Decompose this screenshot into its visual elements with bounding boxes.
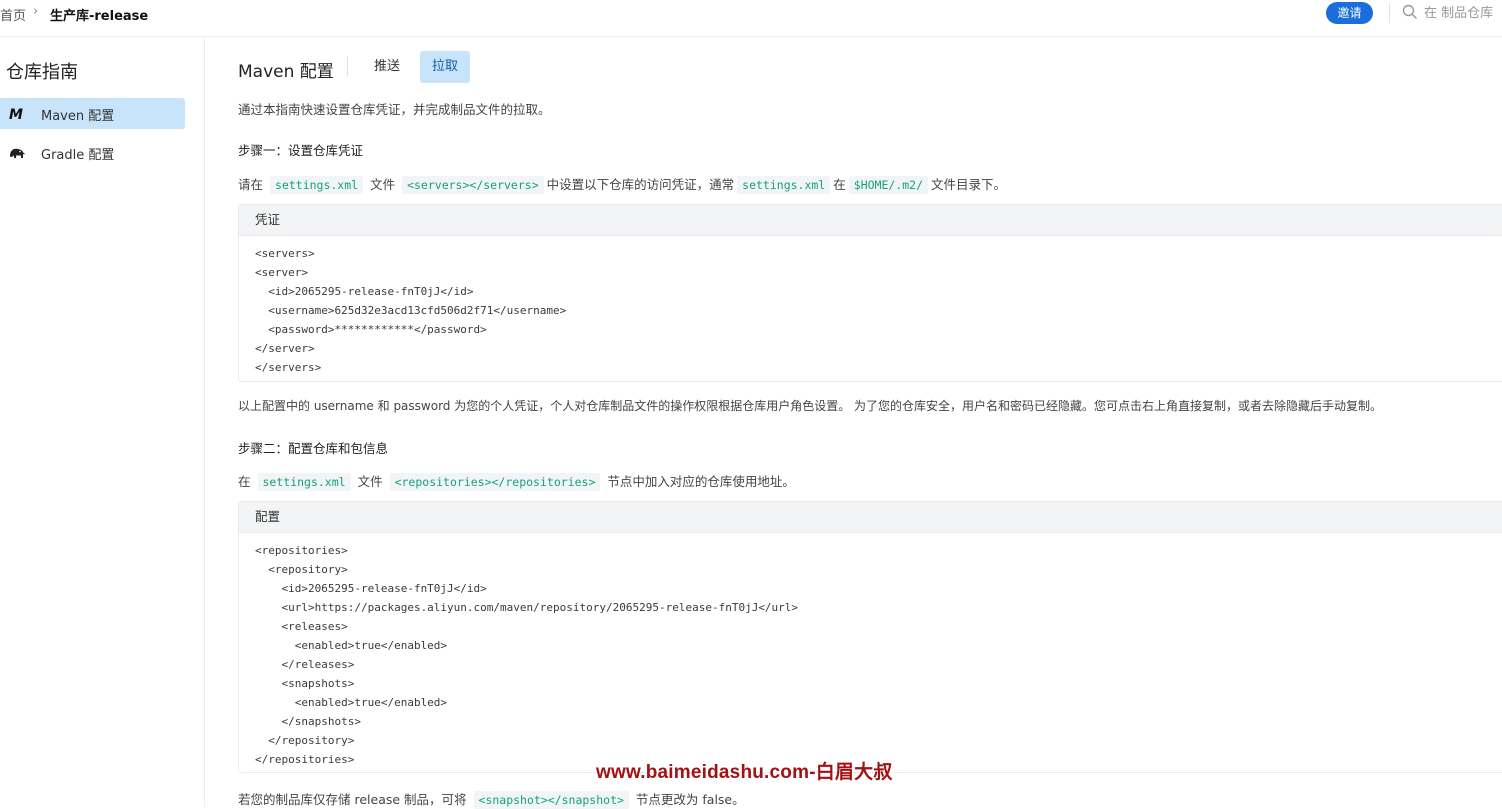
- code-line: </releases>: [255, 658, 355, 671]
- code-line: <snapshots>: [255, 677, 355, 690]
- code-block-title: 配置: [239, 502, 1502, 533]
- code-line: <password>************</password>: [255, 323, 487, 336]
- text-segment: 请在: [238, 177, 264, 192]
- code-line: <id>2065295-release-fnT0jJ</id>: [255, 285, 474, 298]
- text-segment: 文件目录下。: [931, 177, 1007, 192]
- code-line: <releases>: [255, 620, 348, 633]
- sidebar-item-gradle[interactable]: Gradle 配置: [0, 137, 185, 168]
- breadcrumb-home[interactable]: 首页: [0, 5, 26, 24]
- search-input[interactable]: [1424, 3, 1502, 23]
- intro-text: 通过本指南快速设置仓库凭证，并完成制品文件的拉取。: [238, 102, 551, 117]
- inline-code: settings.xml: [270, 176, 364, 194]
- step1-heading: 步骤一：设置仓库凭证: [238, 143, 364, 158]
- code-line: <username>625d32e3acd13cfd506d2f71</user…: [255, 304, 567, 317]
- text-segment: 节点更改为 false。: [635, 792, 745, 807]
- code-line: <enabled>true</enabled>: [255, 639, 448, 652]
- inline-code: settings.xml: [737, 176, 831, 194]
- step2-description: 在 settings.xml 文件 <repositories></reposi…: [238, 471, 795, 491]
- step2-heading: 步骤二：配置仓库和包信息: [238, 441, 389, 456]
- invite-button[interactable]: 邀请: [1326, 2, 1373, 24]
- gradle-elephant-icon: [10, 148, 25, 158]
- code-line: <server>: [255, 266, 308, 279]
- code-line: <servers>: [255, 247, 315, 260]
- inline-code: <servers></servers>: [402, 176, 544, 194]
- top-bar: 首页 › 生产库-release 邀请: [0, 0, 1502, 37]
- sidebar-item-label: Maven 配置: [41, 109, 115, 124]
- inline-code: $HOME/.m2/: [848, 176, 929, 194]
- sidebar-title: 仓库指南: [6, 62, 78, 83]
- text-segment: 在: [238, 474, 251, 489]
- page-title: Maven 配置: [238, 62, 334, 82]
- code-block-title: 凭证: [239, 205, 1502, 236]
- credentials-code-block: 凭证 <servers> <server> <id>2065295-releas…: [238, 204, 1502, 382]
- title-divider: [347, 56, 348, 76]
- code-line: </server>: [255, 342, 315, 355]
- inline-code: <snapshot></snapshot>: [473, 791, 629, 809]
- watermark-text: www.baimeidashu.com-白眉大叔: [596, 762, 893, 783]
- credentials-note: 以上配置中的 username 和 password 为您的个人凭证，个人对仓库…: [238, 399, 1383, 413]
- breadcrumb-separator-icon: ›: [33, 4, 39, 19]
- text-segment: 文件: [357, 474, 383, 489]
- text-segment: 中设置以下仓库的访问凭证，通常: [546, 177, 735, 192]
- sidebar-item-maven[interactable]: M Maven 配置: [0, 98, 185, 129]
- code-line: <id>2065295-release-fnT0jJ</id>: [255, 582, 487, 595]
- text-segment: 文件: [370, 177, 396, 192]
- svg-text:M: M: [9, 107, 23, 122]
- inline-code: <repositories></repositories>: [389, 473, 601, 491]
- code-line: <url>https://packages.aliyun.com/maven/r…: [255, 601, 799, 614]
- header-divider: [1389, 3, 1390, 23]
- code-line: </snapshots>: [255, 715, 361, 728]
- tab-push[interactable]: 推送: [362, 51, 412, 83]
- repository-config-code-block: 配置 <repositories> <repository> <id>20652…: [238, 501, 1502, 773]
- text-segment: 在: [833, 177, 846, 192]
- step1-description: 请在 settings.xml 文件 <servers></servers> 中设…: [238, 174, 1007, 194]
- code-line: <repositories>: [255, 544, 348, 557]
- breadcrumb-current: 生产库-release: [50, 9, 149, 24]
- text-segment: 节点中加入对应的仓库使用地址。: [607, 474, 795, 489]
- inline-code: settings.xml: [257, 473, 351, 491]
- code-line: <repository>: [255, 563, 348, 576]
- snapshot-note: 若您的制品库仅存储 release 制品，可将 <snapshot></snap…: [238, 789, 745, 809]
- code-line: </repository>: [255, 734, 355, 747]
- code-line: </servers>: [255, 361, 322, 374]
- code-line: <enabled>true</enabled>: [255, 696, 448, 709]
- search-icon[interactable]: [1402, 4, 1418, 20]
- text-segment: 若您的制品库仅存储 release 制品，可将: [238, 792, 467, 807]
- maven-icon: M: [9, 107, 23, 122]
- sidebar-item-label: Gradle 配置: [41, 148, 115, 163]
- tab-pull[interactable]: 拉取: [420, 51, 471, 83]
- sidebar: 仓库指南 M Maven 配置 Gradle 配置: [0, 37, 205, 807]
